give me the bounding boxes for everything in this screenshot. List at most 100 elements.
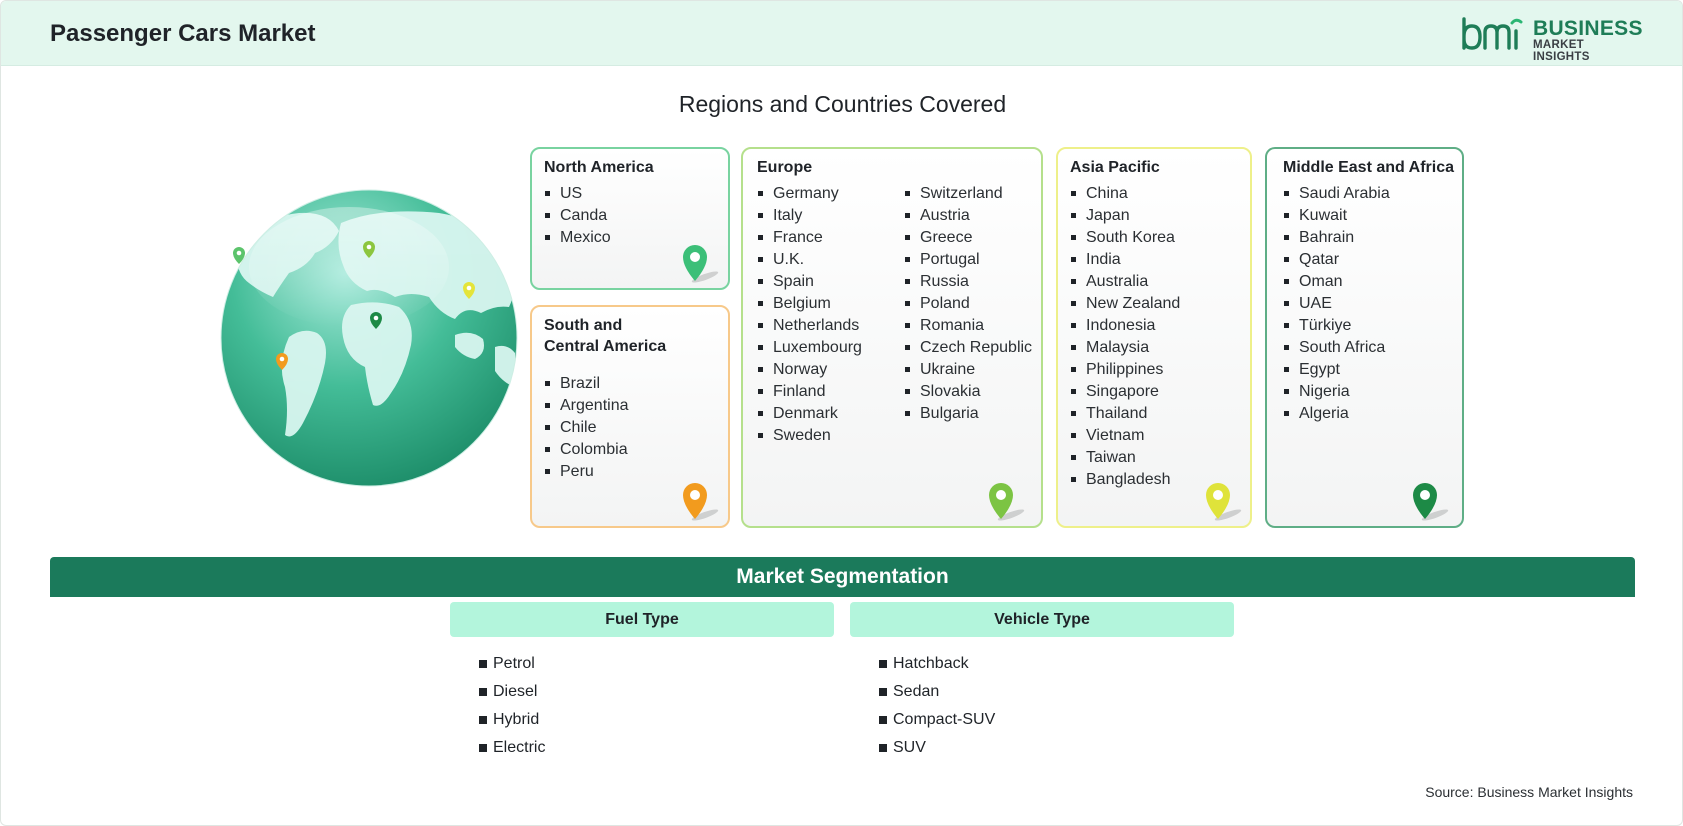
list-item: Petrol <box>479 650 545 678</box>
list-item: Italy <box>757 205 862 227</box>
segment-list-fuel-type: Petrol Diesel Hybrid Electric <box>479 650 545 762</box>
list-item: Ukraine <box>904 359 1032 381</box>
list-item: Nigeria <box>1283 381 1390 403</box>
segment-header-fuel-type: Fuel Type <box>450 602 834 637</box>
list-item: Germany <box>757 183 862 205</box>
list-item: Australia <box>1070 271 1180 293</box>
region-card-middle-east-africa: Middle East and Africa Saudi Arabia Kuwa… <box>1265 147 1464 528</box>
list-item: Singapore <box>1070 381 1180 403</box>
list-item: Diesel <box>479 678 545 706</box>
region-card-north-america: North America US Canda Mexico <box>530 147 730 290</box>
segment-header-vehicle-type: Vehicle Type <box>850 602 1234 637</box>
list-item: Netherlands <box>757 315 862 337</box>
brand-logo: BUSINESS MARKET INSIGHTS <box>1461 15 1643 63</box>
country-list-south-central-america: Brazil Argentina Chile Colombia Peru <box>544 373 629 483</box>
list-item: U.K. <box>757 249 862 271</box>
country-list-north-america: US Canda Mexico <box>544 183 611 249</box>
location-pin-icon <box>683 245 719 283</box>
list-item: Denmark <box>757 403 862 425</box>
region-card-south-central-america: South and Central America Brazil Argenti… <box>530 305 730 528</box>
list-item: Indonesia <box>1070 315 1180 337</box>
list-item: Oman <box>1283 271 1390 293</box>
region-title-line: South and <box>544 317 623 334</box>
list-item: Spain <box>757 271 862 293</box>
list-item: Electric <box>479 734 545 762</box>
list-item: Poland <box>904 293 1032 315</box>
list-item: Mexico <box>544 227 611 249</box>
list-item: Sweden <box>757 425 862 447</box>
region-title-north-america: North America <box>544 159 654 176</box>
list-item: Switzerland <box>904 183 1032 205</box>
list-item: Canda <box>544 205 611 227</box>
list-item: Luxembourg <box>757 337 862 359</box>
list-item: South Korea <box>1070 227 1180 249</box>
location-pin-icon <box>1413 483 1449 521</box>
list-item: Czech Republic <box>904 337 1032 359</box>
country-list-europe-col1: Germany Italy France U.K. Spain Belgium … <box>757 183 862 447</box>
list-item: Algeria <box>1283 403 1390 425</box>
country-list-middle-east-africa: Saudi Arabia Kuwait Bahrain Qatar Oman U… <box>1283 183 1390 425</box>
header-bar: Passenger Cars Market BUSINESS MARKET IN… <box>1 1 1682 66</box>
list-item: India <box>1070 249 1180 271</box>
list-item: Slovakia <box>904 381 1032 403</box>
list-item: Colombia <box>544 439 629 461</box>
infographic-frame: Passenger Cars Market BUSINESS MARKET IN… <box>0 0 1683 826</box>
list-item: Bangladesh <box>1070 469 1180 491</box>
list-item: Hybrid <box>479 706 545 734</box>
list-item: Compact-SUV <box>879 706 995 734</box>
list-item: Saudi Arabia <box>1283 183 1390 205</box>
logo-word-market-insights: MARKET INSIGHTS <box>1533 39 1590 63</box>
list-item: Kuwait <box>1283 205 1390 227</box>
list-item: US <box>544 183 611 205</box>
list-item: Argentina <box>544 395 629 417</box>
region-title-south-central-america: South and Central America <box>544 315 666 357</box>
list-item: Norway <box>757 359 862 381</box>
location-pin-icon <box>683 483 719 521</box>
list-item: Thailand <box>1070 403 1180 425</box>
list-item: Portugal <box>904 249 1032 271</box>
location-pin-icon <box>1206 483 1242 521</box>
logo-word-business: BUSINESS <box>1533 17 1643 40</box>
bmi-logo-icon <box>1462 17 1523 50</box>
list-item: Brazil <box>544 373 629 395</box>
list-item: Austria <box>904 205 1032 227</box>
segment-list-vehicle-type: Hatchback Sedan Compact-SUV SUV <box>879 650 995 762</box>
list-item: New Zealand <box>1070 293 1180 315</box>
list-item: Japan <box>1070 205 1180 227</box>
country-list-asia-pacific: China Japan South Korea India Australia … <box>1070 183 1180 491</box>
list-item: Finland <box>757 381 862 403</box>
list-item: UAE <box>1283 293 1390 315</box>
segmentation-banner: Market Segmentation <box>50 557 1635 597</box>
region-card-asia-pacific: Asia Pacific China Japan South Korea Ind… <box>1056 147 1252 528</box>
list-item: SUV <box>879 734 995 762</box>
globe-illustration <box>220 189 518 487</box>
list-item: Egypt <box>1283 359 1390 381</box>
list-item: Belgium <box>757 293 862 315</box>
page-title: Passenger Cars Market <box>50 20 316 47</box>
list-item: Bulgaria <box>904 403 1032 425</box>
regions-title: Regions and Countries Covered <box>678 91 1007 117</box>
list-item: Sedan <box>879 678 995 706</box>
list-item: Russia <box>904 271 1032 293</box>
list-item: Türkiye <box>1283 315 1390 337</box>
list-item: Hatchback <box>879 650 995 678</box>
region-title-line: Central America <box>544 338 667 355</box>
region-title-asia-pacific: Asia Pacific <box>1070 159 1160 176</box>
region-card-europe: Europe Germany Italy France U.K. Spain B… <box>741 147 1043 528</box>
source-note: Source: Business Market Insights <box>1425 784 1633 800</box>
list-item: France <box>757 227 862 249</box>
list-item: Bahrain <box>1283 227 1390 249</box>
list-item: South Africa <box>1283 337 1390 359</box>
region-title-middle-east-africa: Middle East and Africa <box>1283 159 1454 176</box>
list-item: Philippines <box>1070 359 1180 381</box>
region-title-europe: Europe <box>757 159 813 176</box>
list-item: Qatar <box>1283 249 1390 271</box>
segmentation-title: Market Segmentation <box>736 565 949 588</box>
list-item: China <box>1070 183 1180 205</box>
list-item: Greece <box>904 227 1032 249</box>
country-list-europe-col2: Switzerland Austria Greece Portugal Russ… <box>904 183 1032 425</box>
list-item: Chile <box>544 417 629 439</box>
list-item: Romania <box>904 315 1032 337</box>
list-item: Malaysia <box>1070 337 1180 359</box>
list-item: Vietnam <box>1070 425 1180 447</box>
